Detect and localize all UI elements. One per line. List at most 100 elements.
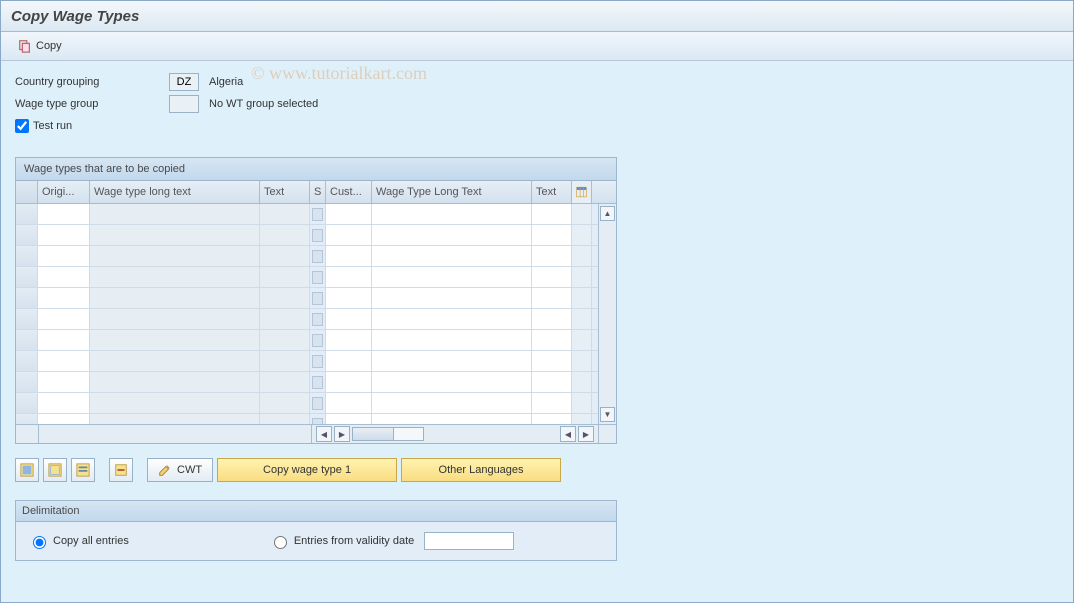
cell-cust[interactable] (326, 372, 372, 392)
cell-cust[interactable] (326, 414, 372, 424)
cell-s[interactable] (310, 288, 326, 308)
delete-line-button[interactable] (109, 458, 133, 482)
copy-wage-type-1-button[interactable]: Copy wage type 1 (217, 458, 397, 482)
selection-options-button[interactable] (71, 458, 95, 482)
cell-text2[interactable] (532, 414, 572, 424)
table-row[interactable] (16, 204, 598, 225)
table-row[interactable] (16, 414, 598, 424)
cell-origi[interactable] (38, 267, 90, 287)
cell-text2[interactable] (532, 267, 572, 287)
cwt-button[interactable]: CWT (147, 458, 213, 482)
cell-text2[interactable] (532, 204, 572, 224)
cell-origi[interactable] (38, 204, 90, 224)
table-vscrollbar[interactable]: ▲ ▼ (598, 204, 616, 424)
cell-longtext2[interactable] (372, 351, 532, 371)
cell-cust[interactable] (326, 246, 372, 266)
row-selector[interactable] (16, 204, 38, 224)
cell-s[interactable] (310, 309, 326, 329)
cell-s[interactable] (310, 225, 326, 245)
deselect-all-button[interactable] (43, 458, 67, 482)
copy-button[interactable]: Copy (11, 36, 69, 56)
col-text2[interactable]: Text (532, 181, 572, 203)
col-s[interactable]: S (310, 181, 326, 203)
hscroll-right-1[interactable]: ▶ (334, 426, 350, 442)
table-row[interactable] (16, 246, 598, 267)
cell-s[interactable] (310, 414, 326, 424)
table-row[interactable] (16, 309, 598, 330)
row-selector[interactable] (16, 372, 38, 392)
row-selector[interactable] (16, 330, 38, 350)
table-row[interactable] (16, 351, 598, 372)
cell-cust[interactable] (326, 225, 372, 245)
cell-origi[interactable] (38, 393, 90, 413)
cell-text2[interactable] (532, 351, 572, 371)
col-cust[interactable]: Cust... (326, 181, 372, 203)
cell-text2[interactable] (532, 393, 572, 413)
table-row[interactable] (16, 393, 598, 414)
cell-longtext2[interactable] (372, 204, 532, 224)
table-row[interactable] (16, 372, 598, 393)
cell-longtext2[interactable] (372, 393, 532, 413)
row-selector[interactable] (16, 351, 38, 371)
row-selector[interactable] (16, 309, 38, 329)
hscroll-track-1[interactable] (352, 427, 424, 441)
row-selector[interactable] (16, 225, 38, 245)
country-grouping-input[interactable] (169, 73, 199, 91)
row-selector[interactable] (16, 393, 38, 413)
cell-text2[interactable] (532, 372, 572, 392)
radio-copy-all[interactable]: Copy all entries (28, 533, 129, 549)
col-select-all[interactable] (16, 181, 38, 203)
cell-origi[interactable] (38, 372, 90, 392)
radio-entries-from-date-input[interactable] (274, 536, 287, 549)
col-text[interactable]: Text (260, 181, 310, 203)
cell-origi[interactable] (38, 309, 90, 329)
cell-origi[interactable] (38, 288, 90, 308)
cell-s[interactable] (310, 372, 326, 392)
hscroll-left-2[interactable]: ◀ (560, 426, 576, 442)
cell-origi[interactable] (38, 330, 90, 350)
cell-cust[interactable] (326, 330, 372, 350)
scroll-up-icon[interactable]: ▲ (600, 206, 615, 221)
cell-cust[interactable] (326, 288, 372, 308)
table-row[interactable] (16, 225, 598, 246)
table-settings-button[interactable] (572, 181, 592, 203)
hscroll-left-1[interactable]: ◀ (316, 426, 332, 442)
test-run-checkbox[interactable] (15, 119, 29, 133)
row-selector[interactable] (16, 288, 38, 308)
cell-longtext2[interactable] (372, 288, 532, 308)
cell-text2[interactable] (532, 330, 572, 350)
cell-text2[interactable] (532, 225, 572, 245)
other-languages-button[interactable]: Other Languages (401, 458, 561, 482)
cell-s[interactable] (310, 267, 326, 287)
cell-s[interactable] (310, 330, 326, 350)
row-selector[interactable] (16, 246, 38, 266)
table-row[interactable] (16, 288, 598, 309)
hscroll-right-2[interactable]: ▶ (578, 426, 594, 442)
cell-cust[interactable] (326, 204, 372, 224)
cell-text2[interactable] (532, 309, 572, 329)
col-origi[interactable]: Origi... (38, 181, 90, 203)
wage-type-group-input[interactable] (169, 95, 199, 113)
cell-longtext2[interactable] (372, 372, 532, 392)
scroll-down-icon[interactable]: ▼ (600, 407, 615, 422)
radio-copy-all-input[interactable] (33, 536, 46, 549)
cell-s[interactable] (310, 204, 326, 224)
row-selector[interactable] (16, 414, 38, 424)
table-row[interactable] (16, 330, 598, 351)
radio-entries-from-date[interactable]: Entries from validity date (269, 532, 514, 550)
cell-cust[interactable] (326, 393, 372, 413)
cell-longtext2[interactable] (372, 225, 532, 245)
cell-longtext2[interactable] (372, 246, 532, 266)
cell-s[interactable] (310, 351, 326, 371)
cell-s[interactable] (310, 246, 326, 266)
validity-date-input[interactable] (424, 532, 514, 550)
cell-origi[interactable] (38, 225, 90, 245)
cell-origi[interactable] (38, 351, 90, 371)
cell-longtext2[interactable] (372, 330, 532, 350)
cell-longtext2[interactable] (372, 309, 532, 329)
select-all-button[interactable] (15, 458, 39, 482)
cell-origi[interactable] (38, 246, 90, 266)
cell-s[interactable] (310, 393, 326, 413)
cell-cust[interactable] (326, 309, 372, 329)
cell-longtext2[interactable] (372, 414, 532, 424)
